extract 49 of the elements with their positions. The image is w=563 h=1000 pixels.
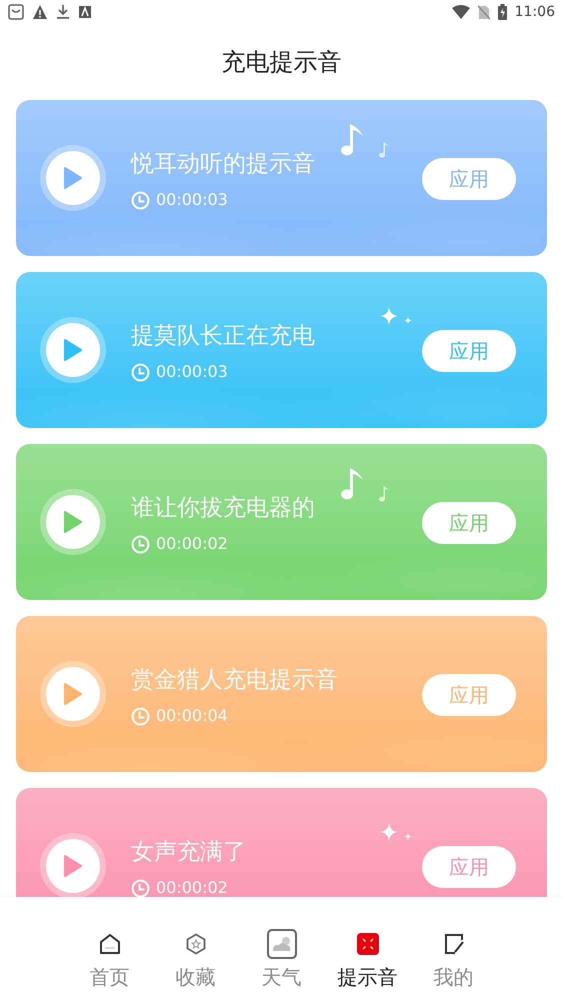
clock-icon	[131, 706, 150, 726]
warning-icon	[32, 4, 48, 20]
apply-button[interactable]: 应用	[422, 674, 516, 716]
clock-icon	[131, 534, 150, 554]
sound-duration: 00:00:03	[156, 191, 228, 209]
clock-icon	[131, 190, 150, 210]
sound-duration: 00:00:03	[156, 363, 228, 381]
apply-button[interactable]: 应用	[422, 502, 516, 544]
sound-duration: 00:00:02	[156, 535, 228, 553]
clock-icon	[131, 878, 150, 897]
status-time: 11:06	[514, 2, 555, 22]
apply-button[interactable]: 应用	[422, 158, 516, 200]
play-icon	[63, 682, 83, 706]
edit-note-icon	[442, 933, 464, 955]
sound-duration: 00:00:02	[156, 879, 228, 897]
sound-card[interactable]: 提莫队长正在充电 00:00:03 应用	[16, 272, 547, 428]
apply-button[interactable]: 应用	[422, 846, 516, 888]
sound-card[interactable]: 赏金猎人充电提示音 00:00:04 应用	[16, 616, 547, 772]
tab-item[interactable]: 收藏	[162, 929, 228, 1000]
play-icon	[63, 166, 83, 190]
sound-duration: 00:00:04	[156, 707, 228, 725]
no-sim-icon	[478, 4, 490, 20]
page-title: 充电提示音	[222, 47, 342, 78]
clock-icon	[131, 362, 150, 382]
sound-title: 谁让你拔充电器的	[131, 494, 315, 522]
battery-icon	[498, 4, 507, 20]
sound-title: 赏金猎人充电提示音	[131, 666, 338, 694]
sound-card[interactable]: 悦耳动听的提示音 00:00:03 应用	[16, 100, 547, 256]
tab-item[interactable]: 我的	[420, 929, 486, 1000]
download-icon	[56, 4, 70, 20]
tab-item[interactable]: 首页	[76, 929, 142, 1000]
sound-card[interactable]: 女声充满了 00:00:02 应用	[16, 788, 547, 897]
tab-item[interactable]: 天气	[248, 929, 314, 1000]
sound-title: 提莫队长正在充电	[131, 322, 315, 350]
play-icon	[63, 338, 83, 362]
weather-icon	[266, 929, 296, 959]
tab-item[interactable]: 提示音	[334, 929, 400, 1000]
star-hexagon-icon	[184, 933, 206, 955]
apply-button[interactable]: 应用	[422, 330, 516, 372]
notification-icon	[8, 4, 24, 20]
sound-title: 女声充满了	[131, 838, 246, 866]
wifi-icon	[452, 5, 470, 19]
speaker-box-icon	[356, 933, 378, 955]
sound-title: 悦耳动听的提示音	[131, 150, 315, 178]
app-icon	[78, 5, 92, 19]
home-icon	[98, 933, 120, 955]
play-icon	[63, 510, 83, 534]
sound-card[interactable]: 谁让你拔充电器的 00:00:02 应用	[16, 444, 547, 600]
play-icon	[63, 854, 83, 878]
